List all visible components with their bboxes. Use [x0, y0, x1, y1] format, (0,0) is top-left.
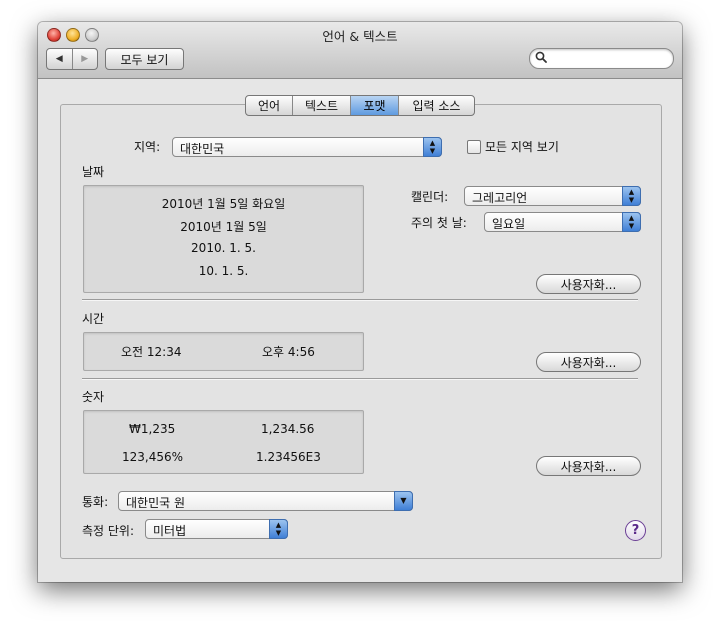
number-sample-percent: 123,456% — [122, 450, 184, 464]
popup-arrows-icon: ▲ ▼ — [622, 186, 641, 206]
first-day-label: 주의 첫 날: — [411, 216, 467, 230]
calendar-label: 캘린더: — [411, 190, 449, 204]
title-bar: 언어 & 텍스트 ◀ ▶ 모두 보기 — [38, 22, 682, 79]
back-arrow-icon: ◀ — [55, 54, 63, 64]
date-sample-full: 2010년 1월 5일 화요일 — [161, 197, 286, 211]
popup-arrows-icon: ▲ ▼ — [622, 212, 641, 232]
number-sample-scientific: 1.23456E3 — [256, 450, 321, 464]
dates-section-title: 날짜 — [82, 165, 105, 179]
number-sample-currency: ₩1,235 — [129, 422, 176, 436]
magnifier-icon — [535, 51, 547, 66]
popup-arrow-down-icon: ▼ — [394, 491, 413, 511]
time-sample-short: 오전 12:34 — [121, 345, 182, 359]
currency-label: 통화: — [82, 495, 109, 509]
calendar-value: 그레고리언 — [472, 191, 528, 205]
search-input[interactable] — [550, 50, 669, 67]
date-samples-well: 2010년 1월 5일 화요일 2010년 1월 5일 2010. 1. 5. … — [83, 185, 364, 293]
numbers-section-title: 숫자 — [82, 390, 105, 404]
back-button[interactable]: ◀ — [47, 49, 73, 69]
separator — [82, 299, 638, 301]
units-label: 측정 단위: — [82, 524, 135, 538]
show-all-button[interactable]: 모두 보기 — [105, 48, 184, 70]
time-samples-well: 오전 12:34 오후 4:56 — [83, 332, 364, 371]
tab-text[interactable]: 텍스트 — [293, 96, 351, 115]
forward-button[interactable]: ▶ — [73, 49, 98, 69]
first-day-value: 일요일 — [492, 217, 526, 231]
time-sample-long: 오후 4:56 — [262, 345, 315, 359]
search-field[interactable] — [529, 48, 674, 69]
help-button[interactable]: ? — [625, 520, 646, 541]
tab-input-sources[interactable]: 입력 소스 — [399, 96, 474, 115]
window-title: 언어 & 텍스트 — [322, 29, 398, 44]
date-sample-medium: 2010. 1. 5. — [191, 241, 256, 255]
number-sample-decimal: 1,234.56 — [261, 422, 315, 436]
region-popup[interactable]: 대한민국 ▲ ▼ — [172, 137, 442, 157]
tab-bar: 언어 텍스트 포맷 입력 소스 — [245, 95, 475, 116]
show-all-regions-checkbox[interactable] — [467, 140, 481, 154]
dates-customize-button[interactable]: 사용자화... — [536, 274, 641, 294]
popup-arrows-icon: ▲ ▼ — [269, 519, 288, 539]
forward-arrow-icon: ▶ — [81, 54, 89, 64]
region-label: 지역: — [134, 140, 161, 154]
calendar-popup[interactable]: 그레고리언 ▲ ▼ — [464, 186, 641, 206]
preferences-window: 언어 & 텍스트 ◀ ▶ 모두 보기 언어 텍스트 포맷 입력 소스 지역: 대… — [38, 22, 682, 582]
tab-language[interactable]: 언어 — [246, 96, 293, 115]
tab-formats[interactable]: 포맷 — [351, 96, 399, 115]
date-sample-long: 2010년 1월 5일 — [180, 220, 267, 234]
date-sample-short: 10. 1. 5. — [198, 264, 249, 278]
region-value: 대한민국 — [180, 142, 225, 156]
popup-arrows-icon: ▲ ▼ — [423, 137, 442, 157]
currency-popup[interactable]: 대한민국 원 ▼ — [118, 491, 413, 511]
numbers-customize-button[interactable]: 사용자화... — [536, 456, 641, 476]
units-value: 미터법 — [153, 524, 187, 538]
separator — [82, 378, 638, 380]
show-all-regions-label: 모든 지역 보기 — [485, 140, 559, 154]
first-day-popup[interactable]: 일요일 ▲ ▼ — [484, 212, 641, 232]
times-customize-button[interactable]: 사용자화... — [536, 352, 641, 372]
times-section-title: 시간 — [82, 312, 105, 326]
currency-value: 대한민국 원 — [126, 496, 186, 510]
number-samples-well: ₩1,235 1,234.56 123,456% 1.23456E3 — [83, 410, 364, 474]
nav-segment: ◀ ▶ — [46, 48, 98, 70]
units-popup[interactable]: 미터법 ▲ ▼ — [145, 519, 288, 539]
